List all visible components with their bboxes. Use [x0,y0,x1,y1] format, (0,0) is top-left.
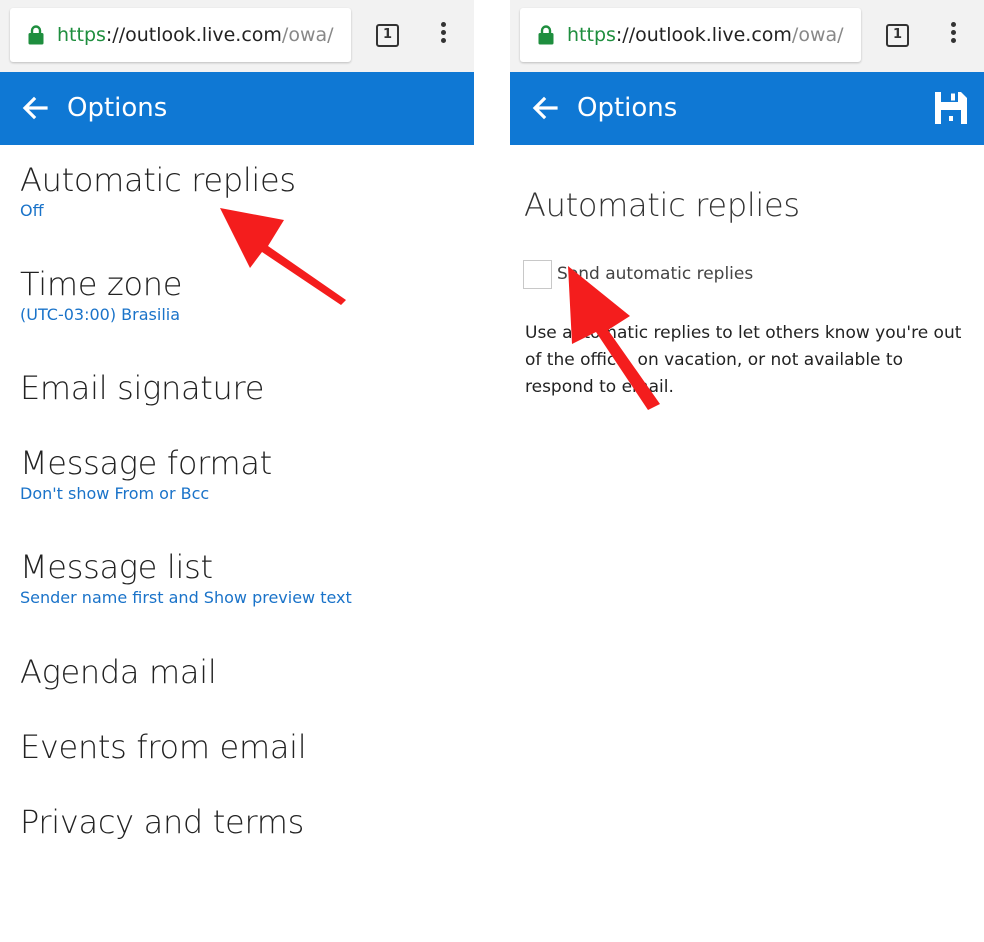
section-title: Automatic replies [524,186,800,224]
browser-toolbar: https://outlook.live.com/owa/ 1 [0,0,474,72]
option-privacy-and-terms[interactable]: Privacy and terms [20,803,470,841]
url-host: outlook.live.com [635,24,792,46]
vertical-dots-icon[interactable] [437,22,449,50]
option-message-format[interactable]: Message format Don't show From or Bcc [20,444,470,503]
lock-icon [538,25,554,45]
option-title: Message format [20,444,272,482]
option-events-from-email[interactable]: Events from email [20,728,470,766]
checkbox-label[interactable]: Send automatic replies [557,264,753,284]
send-automatic-replies-checkbox[interactable] [523,260,552,289]
option-title: Time zone [20,265,183,303]
url-text: https://outlook.live.com/owa/ [567,8,844,62]
option-title: Automatic replies [20,161,296,199]
option-message-list[interactable]: Message list Sender name first and Show … [20,548,470,607]
address-bar[interactable]: https://outlook.live.com/owa/ [520,8,861,62]
url-host: outlook.live.com [125,24,282,46]
url-scheme: https [567,24,616,46]
tab-switcher-button[interactable]: 1 [376,24,399,47]
description-text: Use automatic replies to let others know… [525,323,962,397]
app-header: Options [0,72,474,145]
option-subtitle: Don't show From or Bcc [20,484,210,503]
option-title: Privacy and terms [20,803,304,841]
url-text: https://outlook.live.com/owa/ [57,8,334,62]
option-subtitle: Sender name first and Show preview text [20,588,352,607]
tab-switcher-button[interactable]: 1 [886,24,909,47]
app-header: Options [510,72,984,145]
option-time-zone[interactable]: Time zone (UTC-03:00) Brasilia [20,265,470,324]
url-path: /owa/ [281,24,334,46]
option-subtitle: (UTC-03:00) Brasilia [20,305,181,324]
save-icon[interactable] [934,91,968,125]
vertical-dots-icon[interactable] [947,22,959,50]
option-title: Events from email [20,728,307,766]
option-title: Email signature [20,369,265,407]
option-title: Agenda mail [20,653,217,691]
url-path: /owa/ [791,24,844,46]
header-title: Options [67,93,168,123]
option-email-signature[interactable]: Email signature [20,369,470,407]
options-list-screen: https://outlook.live.com/owa/ 1 Options … [0,0,474,942]
option-automatic-replies[interactable]: Automatic replies Off [20,161,470,220]
url-separator: :// [105,24,126,46]
automatic-replies-screen: https://outlook.live.com/owa/ 1 Options … [510,0,984,942]
lock-icon [28,25,44,45]
option-title: Message list [20,548,213,586]
back-arrow-icon[interactable] [22,96,48,120]
url-scheme: https [57,24,106,46]
header-title: Options [577,93,678,123]
browser-toolbar: https://outlook.live.com/owa/ 1 [510,0,984,72]
option-agenda-mail[interactable]: Agenda mail [20,653,470,691]
option-subtitle: Off [20,201,44,220]
address-bar[interactable]: https://outlook.live.com/owa/ [10,8,351,62]
back-arrow-icon[interactable] [532,96,558,120]
url-separator: :// [615,24,636,46]
